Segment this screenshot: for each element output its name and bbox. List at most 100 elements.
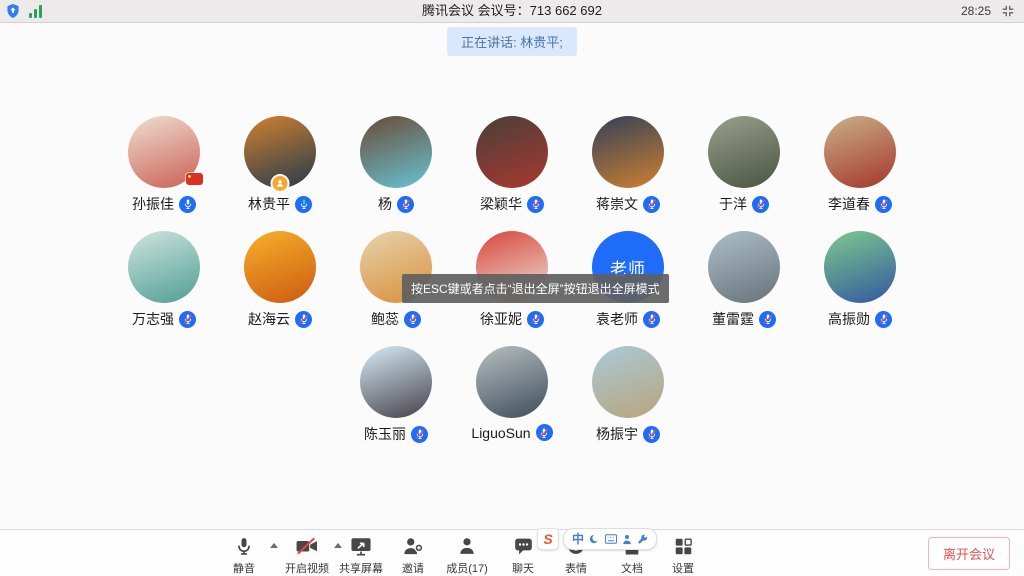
keyboard-icon[interactable] — [605, 534, 617, 544]
participant-nameline: 林贵平 — [248, 194, 312, 214]
members-icon — [457, 535, 477, 557]
participant-tile[interactable]: LiguoSun — [454, 346, 570, 444]
mic-status-icon — [179, 196, 196, 213]
participant-name: 林贵平 — [248, 194, 290, 214]
participant-nameline: 徐亚妮 — [480, 309, 544, 329]
mic-status-icon — [759, 311, 776, 328]
participant-nameline: 高振勋 — [828, 309, 892, 329]
avatar — [592, 346, 664, 418]
participant-nameline: 于洋 — [719, 194, 769, 214]
participant-tile[interactable]: 董雷霆 — [686, 231, 802, 329]
participant-nameline: 蒋崇文 — [596, 194, 660, 214]
top-bar: 腾讯会议 会议号：713 662 692 28:25 — [0, 0, 1024, 23]
participant-tile[interactable]: 杨振宇 — [570, 346, 686, 444]
avatar — [128, 231, 200, 303]
docs-label: 文档 — [621, 560, 643, 576]
participant-tile[interactable]: 陈玉丽 — [338, 346, 454, 444]
participant-nameline: 万志强 — [132, 309, 196, 329]
meeting-title: 腾讯会议 会议号：713 662 692 — [0, 0, 1024, 22]
participant-nameline: 杨 — [378, 194, 414, 214]
mic-status-icon — [179, 311, 196, 328]
chinese-mode-icon[interactable]: 中 — [572, 533, 584, 545]
exit-fullscreen-icon[interactable] — [1001, 4, 1015, 18]
participant-nameline: 赵海云 — [248, 309, 312, 329]
ime-pill: 中 — [563, 528, 657, 550]
mic-status-icon — [752, 196, 769, 213]
avatar — [244, 231, 316, 303]
participant-tile[interactable]: 杨 — [338, 116, 454, 214]
participant-nameline: 李道春 — [828, 194, 892, 214]
mic-status-icon — [527, 311, 544, 328]
avatar — [244, 116, 316, 188]
mic-status-icon — [875, 311, 892, 328]
mic-status-icon — [397, 196, 414, 213]
participant-name: 赵海云 — [248, 309, 290, 329]
settings-label: 设置 — [672, 560, 694, 576]
avatar — [360, 116, 432, 188]
mic-status-icon — [643, 196, 660, 213]
avatar — [360, 346, 432, 418]
emoji-label: 表情 — [565, 560, 587, 576]
speaking-banner: 正在讲话: 林贵平; — [447, 27, 577, 56]
participant-tile[interactable]: 蒋崇文 — [570, 116, 686, 214]
participant-tile[interactable]: 孙振佳 — [106, 116, 222, 214]
ime-toolbar[interactable]: S 中 — [537, 528, 657, 550]
avatar — [708, 231, 780, 303]
participant-tile[interactable]: 林贵平 — [222, 116, 338, 214]
avatar — [476, 116, 548, 188]
mute-label: 静音 — [233, 560, 255, 576]
avatar — [476, 346, 548, 418]
participant-name: 李道春 — [828, 194, 870, 214]
leave-meeting-button[interactable]: 离开会议 — [928, 537, 1010, 570]
participant-name: 蒋崇文 — [596, 194, 638, 214]
participant-name: 鲍蕊 — [371, 309, 399, 329]
participant-tile[interactable]: 梁颖华 — [454, 116, 570, 214]
participant-name: 万志强 — [132, 309, 174, 329]
participant-tile[interactable]: 万志强 — [106, 231, 222, 329]
avatar — [592, 116, 664, 188]
settings-button[interactable]: 设置 — [647, 535, 719, 576]
participant-row-3: 陈玉丽 LiguoSun — [0, 346, 1024, 444]
avatar — [708, 116, 780, 188]
participant-nameline: 董雷霆 — [712, 309, 776, 329]
participant-nameline: LiguoSun — [471, 424, 552, 441]
start-video-label: 开启视频 — [285, 560, 329, 576]
mic-status-icon — [404, 311, 421, 328]
participant-tile[interactable]: 李道春 — [802, 116, 918, 214]
mic-status-icon — [295, 311, 312, 328]
moon-icon[interactable] — [589, 534, 600, 545]
participant-nameline: 孙振佳 — [132, 194, 196, 214]
participant-nameline: 陈玉丽 — [364, 424, 428, 444]
mic-status-icon — [295, 196, 312, 213]
settings-icon — [674, 535, 693, 557]
bottom-toolbar: 静音 开启视频 共享屏幕 — [0, 529, 1024, 576]
mic-status-icon — [875, 196, 892, 213]
avatar — [824, 231, 896, 303]
participant-name: LiguoSun — [471, 425, 530, 441]
participant-name: 梁颖华 — [480, 194, 522, 214]
mic-status-icon — [536, 424, 553, 441]
invite-label: 邀请 — [402, 560, 424, 576]
exit-fullscreen-tooltip: 按ESC键或者点击“退出全屏”按钮退出全屏模式 — [402, 274, 669, 303]
chat-label: 聊天 — [512, 560, 534, 576]
participant-name: 杨 — [378, 194, 392, 214]
participant-name: 袁老师 — [596, 309, 638, 329]
camera-off-icon — [295, 535, 319, 557]
meeting-timer: 28:25 — [961, 4, 991, 18]
participant-name: 杨振宇 — [596, 424, 638, 444]
participant-tile[interactable]: 赵海云 — [222, 231, 338, 329]
avatar — [128, 116, 200, 188]
participant-tile[interactable]: 于洋 — [686, 116, 802, 214]
mute-button[interactable]: 静音 — [208, 535, 280, 576]
sogou-logo-icon[interactable]: S — [537, 528, 559, 550]
microphone-icon — [234, 535, 254, 557]
mic-status-icon — [643, 311, 660, 328]
participant-tile[interactable]: 高振勋 — [802, 231, 918, 329]
participant-nameline: 袁老师 — [596, 309, 660, 329]
chat-icon — [513, 535, 534, 557]
participant-row-1: 孙振佳 林贵平 — [0, 116, 1024, 214]
host-badge — [271, 174, 290, 193]
person-icon[interactable] — [622, 534, 632, 545]
participant-name: 孙振佳 — [132, 194, 174, 214]
wrench-icon[interactable] — [637, 534, 648, 545]
